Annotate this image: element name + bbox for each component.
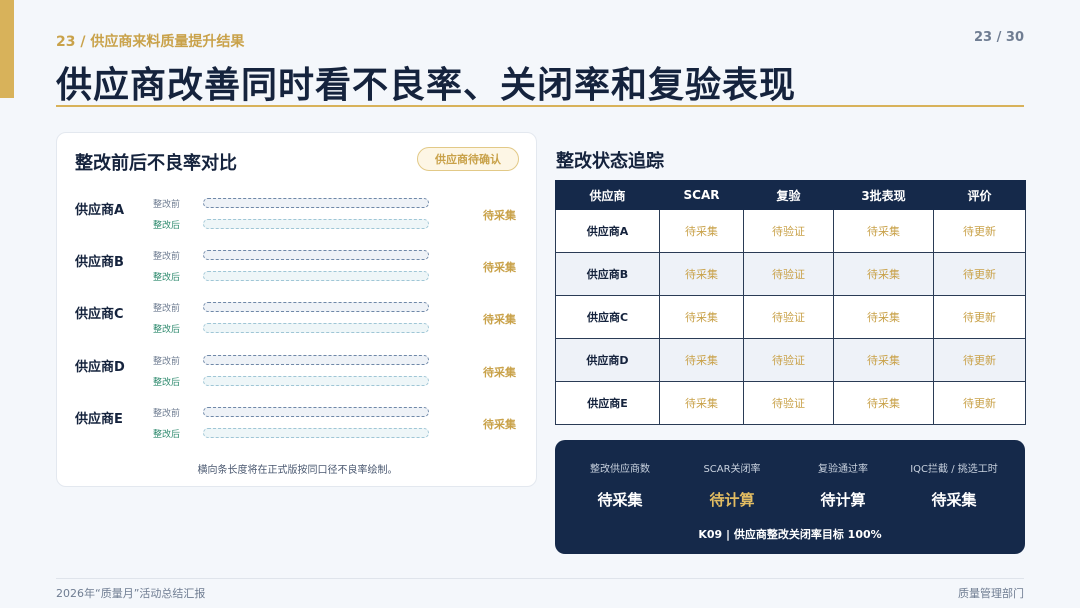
table-cell: 待采集 — [659, 295, 744, 339]
after-label: 整改后 — [153, 325, 181, 335]
kpi-label: 整改供应商数 — [590, 464, 650, 475]
table-cell: 待验证 — [743, 295, 834, 339]
after-label: 整改后 — [153, 378, 181, 388]
after-bar-placeholder — [203, 323, 429, 333]
supplier-status: 待采集 — [483, 418, 516, 431]
table-cell: 待验证 — [743, 338, 834, 382]
before-label: 整改前 — [153, 304, 181, 314]
footer-divider — [56, 578, 1024, 579]
kpi-label: 复验通过率 — [818, 464, 868, 475]
table-cell: 待采集 — [833, 209, 934, 253]
before-label: 整改前 — [153, 252, 181, 262]
before-label: 整改前 — [153, 357, 181, 367]
tracking-title: 整改状态追踪 — [556, 151, 664, 172]
table-row: 供应商E 待采集 待验证 待采集 待更新 — [555, 381, 1026, 425]
title-divider — [56, 105, 1024, 107]
before-bar-placeholder — [203, 250, 429, 260]
after-bar-placeholder — [203, 428, 429, 438]
section-kicker: 23 / 供应商来料质量提升结果 — [56, 34, 245, 50]
kpi-reinspection-pass-rate: 复验通过率 待计算 — [785, 460, 901, 510]
kpi-label: IQC拦截 / 挑选工时 — [910, 464, 998, 475]
supplier-name: 供应商A — [75, 203, 125, 218]
kpi-rectified-suppliers: 整改供应商数 待采集 — [562, 460, 678, 510]
column-header: 3批表现 — [833, 180, 934, 210]
table-cell: 供应商E — [555, 381, 660, 425]
card-footnote: 横向条长度将在正式版按同口径不良率绘制。 — [197, 465, 398, 476]
supplier-group-d: 供应商D 整改前 整改后 待采集 — [57, 354, 538, 398]
kpi-iqc-sorting-hours: IQC拦截 / 挑选工时 待采集 — [896, 460, 1012, 510]
table-cell: 待验证 — [743, 209, 834, 253]
after-bar-placeholder — [203, 271, 429, 281]
table-cell: 供应商A — [555, 209, 660, 253]
table-cell: 待采集 — [659, 338, 744, 382]
table-cell: 待更新 — [933, 381, 1026, 425]
kpi-value: 待采集 — [931, 491, 977, 509]
before-bar-placeholder — [203, 407, 429, 417]
supplier-status: 待采集 — [483, 366, 516, 379]
after-bar-placeholder — [203, 376, 429, 386]
column-header: SCAR — [659, 180, 744, 210]
table-cell: 待采集 — [659, 381, 744, 425]
supplier-name: 供应商B — [75, 255, 124, 270]
table-row: 供应商C 待采集 待验证 待采集 待更新 — [555, 295, 1026, 339]
kpi-value: 待计算 — [820, 491, 866, 509]
table-cell: 待采集 — [833, 295, 934, 339]
supplier-status: 待采集 — [483, 313, 516, 326]
table-cell: 供应商D — [555, 338, 660, 382]
kpi-value: 待采集 — [597, 491, 643, 509]
kpi-label: SCAR关闭率 — [703, 464, 761, 475]
accent-bar — [0, 0, 14, 98]
table-cell: 待更新 — [933, 338, 1026, 382]
status-badge: 供应商待确认 — [417, 147, 519, 171]
supplier-group-a: 供应商A 整改前 整改后 待采集 — [57, 197, 538, 241]
kpi-scar-close-rate: SCAR关闭率 待计算 — [674, 460, 790, 510]
before-label: 整改前 — [153, 409, 181, 419]
table-cell: 待更新 — [933, 252, 1026, 296]
column-header: 供应商 — [555, 180, 660, 210]
page-title: 供应商改善同时看不良率、关闭率和复验表现 — [56, 65, 797, 106]
kpi-panel: 整改供应商数 待采集 SCAR关闭率 待计算 复验通过率 待计算 IQC拦截 /… — [555, 440, 1025, 554]
card-title: 整改前后不良率对比 — [75, 153, 237, 174]
table-header-row: 供应商 SCAR 复验 3批表现 评价 — [555, 180, 1026, 210]
defect-rate-comparison-card: 整改前后不良率对比 供应商待确认 供应商A 整改前 整改后 待采集 供应商B 整… — [56, 132, 537, 487]
page-number: 23 / 30 — [974, 30, 1024, 45]
supplier-name: 供应商E — [75, 412, 123, 427]
table-cell: 待采集 — [659, 252, 744, 296]
table-cell: 待验证 — [743, 381, 834, 425]
table-cell: 待采集 — [833, 338, 934, 382]
supplier-group-b: 供应商B 整改前 整改后 待采集 — [57, 249, 538, 293]
status-tracking-table: 供应商 SCAR 复验 3批表现 评价 供应商A 待采集 待验证 待采集 待更新… — [555, 180, 1026, 425]
table-cell: 待采集 — [833, 381, 934, 425]
before-bar-placeholder — [203, 355, 429, 365]
table-row: 供应商B 待采集 待验证 待采集 待更新 — [555, 252, 1026, 296]
table-row: 供应商D 待采集 待验证 待采集 待更新 — [555, 338, 1026, 382]
column-header: 评价 — [933, 180, 1026, 210]
table-cell: 待更新 — [933, 295, 1026, 339]
supplier-status: 待采集 — [483, 209, 516, 222]
kpi-value: 待计算 — [709, 491, 755, 509]
before-label: 整改前 — [153, 200, 181, 210]
table-cell: 待更新 — [933, 209, 1026, 253]
supplier-group-e: 供应商E 整改前 整改后 待采集 — [57, 406, 538, 450]
supplier-name: 供应商D — [75, 360, 125, 375]
table-row: 供应商A 待采集 待验证 待采集 待更新 — [555, 209, 1026, 253]
after-bar-placeholder — [203, 219, 429, 229]
table-cell: 供应商C — [555, 295, 660, 339]
column-header: 复验 — [743, 180, 834, 210]
before-bar-placeholder — [203, 198, 429, 208]
after-label: 整改后 — [153, 273, 181, 283]
supplier-status: 待采集 — [483, 261, 516, 274]
table-cell: 待验证 — [743, 252, 834, 296]
kpi-target: K09 | 供应商整改关闭率目标 100% — [698, 528, 882, 541]
after-label: 整改后 — [153, 430, 181, 440]
footer-department: 质量管理部门 — [958, 587, 1024, 600]
table-cell: 待采集 — [659, 209, 744, 253]
after-label: 整改后 — [153, 221, 181, 231]
table-cell: 供应商B — [555, 252, 660, 296]
table-cell: 待采集 — [833, 252, 934, 296]
footer-report-title: 2026年“质量月”活动总结汇报 — [56, 587, 206, 600]
supplier-group-c: 供应商C 整改前 整改后 待采集 — [57, 301, 538, 345]
supplier-name: 供应商C — [75, 307, 124, 322]
before-bar-placeholder — [203, 302, 429, 312]
